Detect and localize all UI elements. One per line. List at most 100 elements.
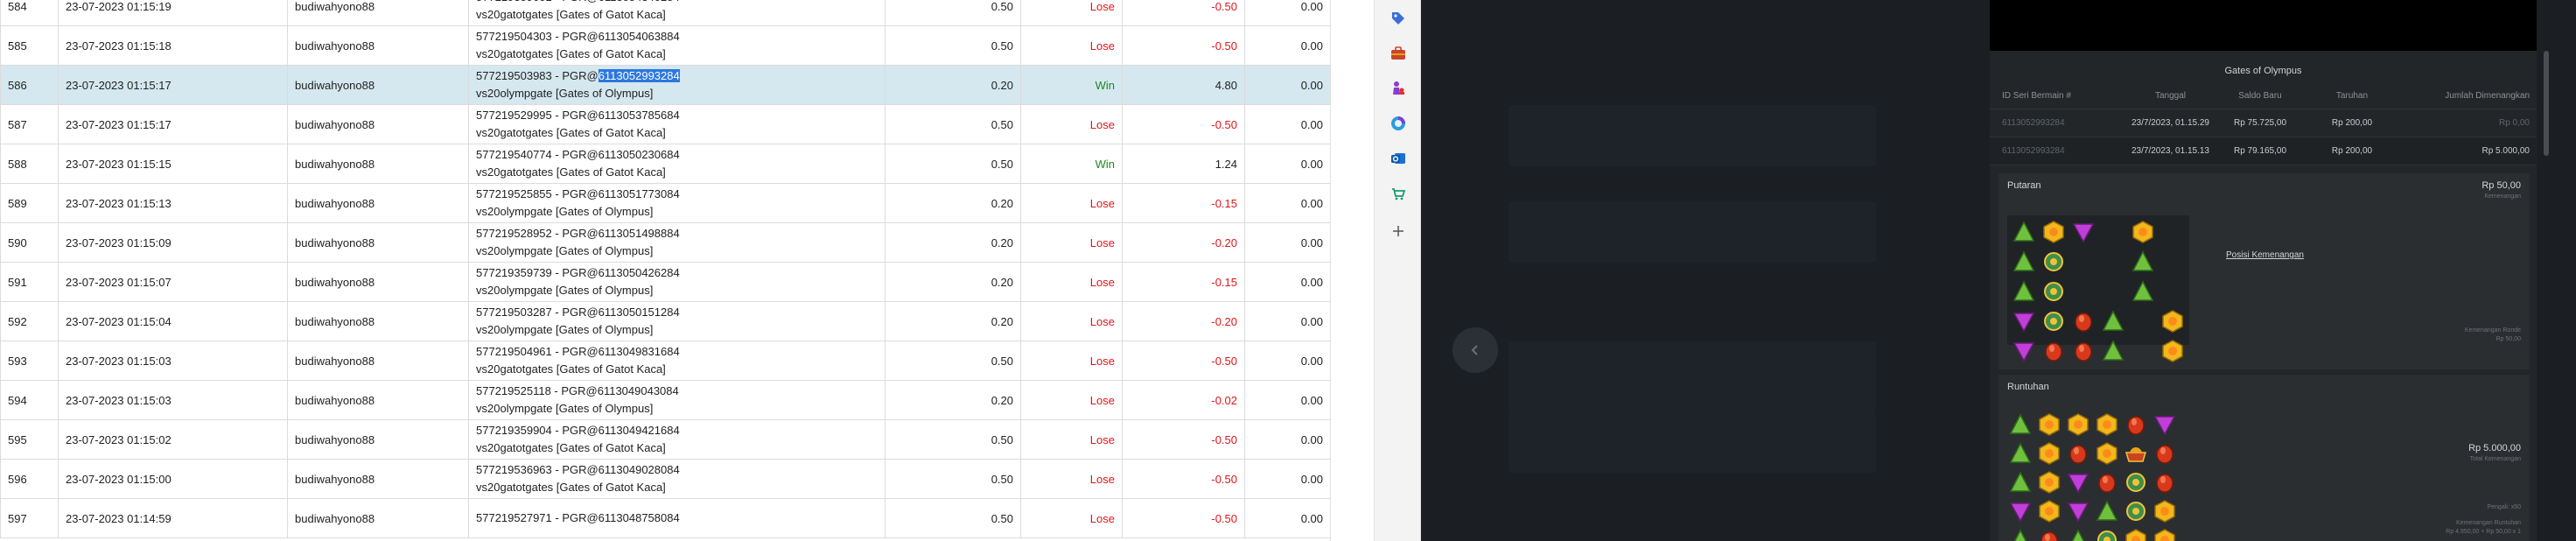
transaction-id-text: 577219503983 - PGR@ — [476, 69, 598, 82]
slot-symbol-icon — [2007, 411, 2034, 438]
bet-time: 23-07-2023 01:15:00 — [58, 459, 288, 499]
empty-slot — [2160, 278, 2186, 305]
bet-time: 23-07-2023 01:15:09 — [58, 222, 288, 263]
round-id: 6113052993284 — [2002, 146, 2065, 156]
row-number: 596 — [0, 459, 59, 499]
background-placeholder — [1508, 411, 1876, 473]
tumble-reel-grid — [2007, 411, 2178, 541]
bet-description: 577219528952 - PGR@6113051498884 vs20olym… — [468, 222, 886, 263]
new-balance: Rp 75.725,00 — [2233, 118, 2287, 128]
slot-symbol-icon — [2040, 219, 2067, 245]
win-loss: -0.50 — [1122, 0, 1245, 26]
row-number: 597 — [0, 498, 59, 538]
table-row[interactable]: 589 23-07-2023 01:15:13 budiwahyono88 57721… — [0, 183, 1330, 223]
username: budiwahyono88 — [287, 262, 469, 302]
transaction-row[interactable]: 6113052993284 23/7/2023, 01.15.13 Rp 79.… — [1990, 137, 2537, 165]
bet-description: 577219504303 - PGR@6113054063884 vs20gato… — [468, 25, 886, 66]
back-button[interactable] — [1452, 327, 1498, 373]
game-name: vs20gatotgates [Gates of Gatot Kaca] — [476, 165, 666, 179]
username: budiwahyono88 — [287, 498, 469, 538]
panel-scrollbar[interactable] — [2544, 51, 2549, 156]
transaction-id-text: 577219529995 - PGR@6113053785684 — [476, 109, 680, 122]
bet-result: Win — [1020, 144, 1123, 184]
selected-text[interactable]: 6113052993284 — [598, 69, 680, 82]
shopping-icon[interactable] — [1389, 184, 1408, 203]
round-details-panel: Gates of Olympus ID Seri Bermain # Tangg… — [1990, 0, 2549, 541]
stake: 0.50 — [885, 144, 1021, 184]
win-loss: 1.24 — [1122, 144, 1245, 184]
slot-symbol-icon — [2011, 338, 2037, 364]
win-loss: -0.50 — [1122, 104, 1245, 144]
table-row[interactable]: 591 23-07-2023 01:15:07 budiwahyono88 57721… — [0, 262, 1330, 302]
extra-amount: 0.00 — [1244, 183, 1330, 223]
transaction-id: 577219504303 - PGR@6113054063884 — [476, 28, 878, 46]
slot-symbol-icon — [2094, 498, 2120, 524]
extra-amount: 0.00 — [1244, 262, 1330, 302]
slot-symbol-icon — [2065, 440, 2091, 467]
slot-symbol-icon — [2152, 469, 2178, 495]
bet-time: 23-07-2023 01:15:17 — [58, 65, 288, 105]
slot-symbol-icon — [2100, 308, 2126, 334]
game-name: vs20olympgate [Gates of Olympus] — [476, 244, 654, 257]
column-header: Tanggal — [2154, 91, 2187, 101]
transaction-id: 577219525855 - PGR@6113051773084 — [476, 186, 878, 203]
table-row[interactable]: 594 23-07-2023 01:15:03 budiwahyono88 57721… — [0, 380, 1330, 420]
winning-positions-link[interactable]: Posisi Kemenangan — [2226, 250, 2304, 260]
table-row[interactable]: 58423-07-2023 01:15:19budiwahyono8857721… — [0, 0, 1330, 26]
win-amount: Rp 5.000,00 — [2482, 146, 2530, 156]
outlook-icon[interactable] — [1389, 149, 1408, 168]
toolbox-icon[interactable] — [1389, 44, 1408, 63]
bet-history-panel: 58423-07-2023 01:15:19budiwahyono8857721… — [0, 0, 1330, 541]
table-row[interactable]: 597 23-07-2023 01:14:59 budiwahyono88 57721… — [0, 498, 1330, 538]
bet-description: 577219525118 - PGR@6113049043084 vs20olym… — [468, 380, 886, 420]
slot-symbol-icon — [2011, 219, 2037, 245]
stake: 0.20 — [885, 262, 1021, 302]
spin-amount: Rp 50,00 — [2482, 180, 2521, 191]
add-icon[interactable] — [1389, 221, 1408, 241]
table-row[interactable]: 585 23-07-2023 01:15:18 budiwahyono88 57721… — [0, 25, 1330, 66]
stake: 0.50 — [885, 459, 1021, 499]
row-number: 594 — [0, 380, 59, 420]
table-row[interactable]: 587 23-07-2023 01:15:17 budiwahyono88 57721… — [0, 104, 1330, 144]
table-row[interactable]: 592 23-07-2023 01:15:04 budiwahyono88 57721… — [0, 301, 1330, 341]
row-number: 590 — [0, 222, 59, 263]
extra-amount: 0.00 — [1244, 0, 1330, 26]
transaction-id-text: 577219504961 - PGR@6113049831684 — [476, 345, 680, 358]
game-name: vs20olympgate [Gates of Olympus] — [476, 284, 654, 297]
slot-symbol-icon — [2094, 527, 2120, 541]
transaction-id-text: 577219525118 - PGR@6113049043084 — [476, 384, 679, 397]
extra-amount: 0.00 — [1244, 498, 1330, 538]
bet-time: 23-07-2023 01:15:03 — [58, 341, 288, 381]
slot-symbol-icon — [2040, 278, 2067, 305]
chess-icon[interactable] — [1389, 79, 1408, 98]
row-number: 591 — [0, 262, 59, 302]
slot-symbol-icon — [2040, 308, 2067, 334]
username: budiwahyono88 — [287, 183, 469, 223]
table-row[interactable]: 588 23-07-2023 01:15:15 budiwahyono88 57721… — [0, 144, 1330, 184]
copilot-icon[interactable] — [1389, 114, 1408, 133]
transaction-id: 577219504961 - PGR@6113049831684 — [476, 343, 878, 361]
extra-amount: 0.00 — [1244, 459, 1330, 499]
username: budiwahyono88 — [287, 341, 469, 381]
bet-result: Lose — [1020, 341, 1123, 381]
slot-symbol-icon — [2123, 527, 2149, 541]
tumble-amount: Rp 5.000,00 — [2468, 443, 2521, 453]
bet-result: Lose — [1020, 0, 1123, 26]
bet-description: 577219359904 - PGR@6113049421684 vs20gato… — [468, 419, 886, 460]
panel-topbar — [1990, 0, 2537, 51]
tag-icon[interactable] — [1389, 9, 1408, 28]
table-row[interactable]: 586 23-07-2023 01:15:17 budiwahyono88 57721… — [0, 65, 1330, 105]
bet-description: 577219359001 - PGR@6113054340284 vs20gato… — [468, 0, 886, 26]
bet-description: 577219359739 - PGR@6113050426284 vs20olym… — [468, 262, 886, 302]
table-row[interactable]: 595 23-07-2023 01:15:02 budiwahyono88 57721… — [0, 419, 1330, 460]
table-row[interactable]: 596 23-07-2023 01:15:00 budiwahyono88 57721… — [0, 459, 1330, 499]
table-row[interactable]: 593 23-07-2023 01:15:03 budiwahyono88 57721… — [0, 341, 1330, 381]
table-row[interactable]: 590 23-07-2023 01:15:09 budiwahyono88 57721… — [0, 222, 1330, 263]
transaction-id: 577219503287 - PGR@6113050151284 — [476, 304, 878, 321]
spin-reel-grid — [2007, 215, 2189, 362]
slot-symbol-icon — [2007, 469, 2034, 495]
bet-description: 577219527971 - PGR@6113048758084 — [468, 498, 886, 538]
transaction-row[interactable]: 6113052993284 23/7/2023, 01.15.29 Rp 75.… — [1990, 109, 2537, 137]
bet-description: 577219503983 - PGR@6113052993284 vs20olym… — [468, 65, 886, 105]
game-name: vs20olympgate [Gates of Olympus] — [476, 87, 654, 100]
